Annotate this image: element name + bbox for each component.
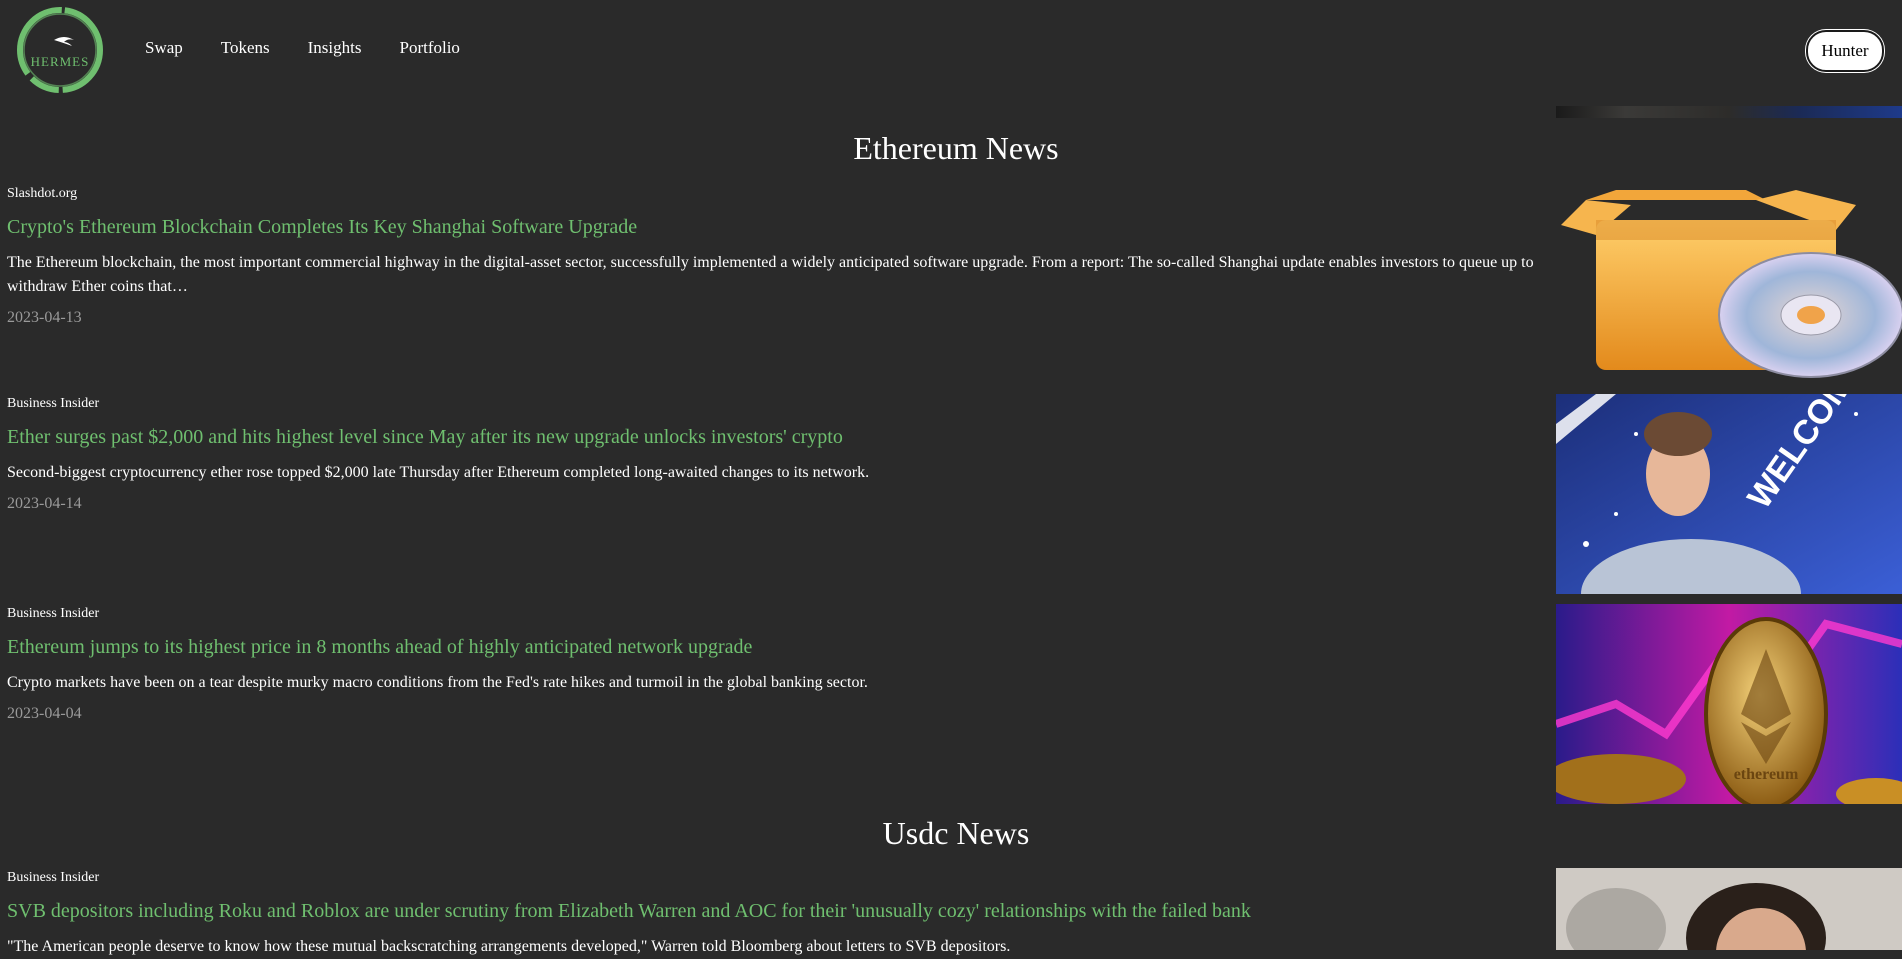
nav-swap[interactable]: Swap bbox=[145, 38, 183, 58]
article-date: 2023-04-13 bbox=[7, 309, 82, 326]
article-summary: Second-biggest cryptocurrency ether rose… bbox=[7, 464, 870, 481]
section-title-usdc: Usdc News bbox=[882, 815, 1030, 851]
article-source: Business Insider bbox=[7, 396, 100, 411]
article-thumbnail[interactable]: WELCOME TO bbox=[1556, 394, 1902, 594]
logo-text: HERMES bbox=[31, 54, 90, 69]
user-account-button[interactable]: Hunter bbox=[1806, 30, 1884, 72]
nav-tokens[interactable]: Tokens bbox=[221, 38, 270, 58]
news-article: Business Insider Ether surges past $2,00… bbox=[7, 396, 1547, 513]
section-title-ethereum: Ethereum News bbox=[853, 130, 1059, 166]
speaker-on-stage-photo: WELCOME TO bbox=[1556, 394, 1902, 594]
article-thumbnail[interactable]: ethereum bbox=[1556, 604, 1902, 804]
article-headline-link[interactable]: Ethereum jumps to its highest price in 8… bbox=[7, 636, 1547, 659]
article-thumbnail[interactable] bbox=[1556, 180, 1902, 380]
article-source: Slashdot.org bbox=[7, 186, 78, 201]
news-article: Slashdot.org Crypto's Ethereum Blockchai… bbox=[7, 186, 1547, 327]
article-headline-link[interactable]: Crypto's Ethereum Blockchain Completes I… bbox=[7, 216, 1547, 239]
article-source: Business Insider bbox=[7, 606, 100, 621]
hermes-logo[interactable]: HERMES bbox=[14, 4, 106, 96]
article-headline-link[interactable]: Ether surges past $2,000 and hits highes… bbox=[7, 426, 1547, 449]
svg-text:ethereum: ethereum bbox=[1734, 766, 1799, 783]
article-date: 2023-04-04 bbox=[7, 705, 82, 722]
article-headline-link[interactable]: SVB depositors including Roku and Roblox… bbox=[7, 900, 1547, 923]
portrait-photo bbox=[1556, 868, 1902, 950]
nav-portfolio[interactable]: Portfolio bbox=[399, 38, 459, 58]
article-summary: "The American people deserve to know how… bbox=[7, 938, 1011, 955]
article-summary: The Ethereum blockchain, the most import… bbox=[7, 254, 1534, 295]
top-nav-bar: HERMES Swap Tokens Insights Portfolio Hu… bbox=[0, 0, 1902, 100]
open-box-with-disc-icon bbox=[1561, 190, 1902, 378]
main-nav: Swap Tokens Insights Portfolio bbox=[145, 38, 498, 58]
news-article: Business Insider SVB depositors includin… bbox=[7, 870, 1547, 959]
article-thumbnail[interactable] bbox=[1556, 868, 1902, 950]
article-date: 2023-04-14 bbox=[7, 495, 82, 512]
article-source: Business Insider bbox=[7, 870, 100, 885]
previous-article-image-edge bbox=[1556, 106, 1902, 118]
news-article: Business Insider Ethereum jumps to its h… bbox=[7, 606, 1547, 723]
article-summary: Crypto markets have been on a tear despi… bbox=[7, 674, 868, 691]
hermes-logo-icon: HERMES bbox=[17, 7, 103, 93]
ethereum-coin-photo: ethereum bbox=[1556, 604, 1902, 804]
nav-insights[interactable]: Insights bbox=[308, 38, 362, 58]
